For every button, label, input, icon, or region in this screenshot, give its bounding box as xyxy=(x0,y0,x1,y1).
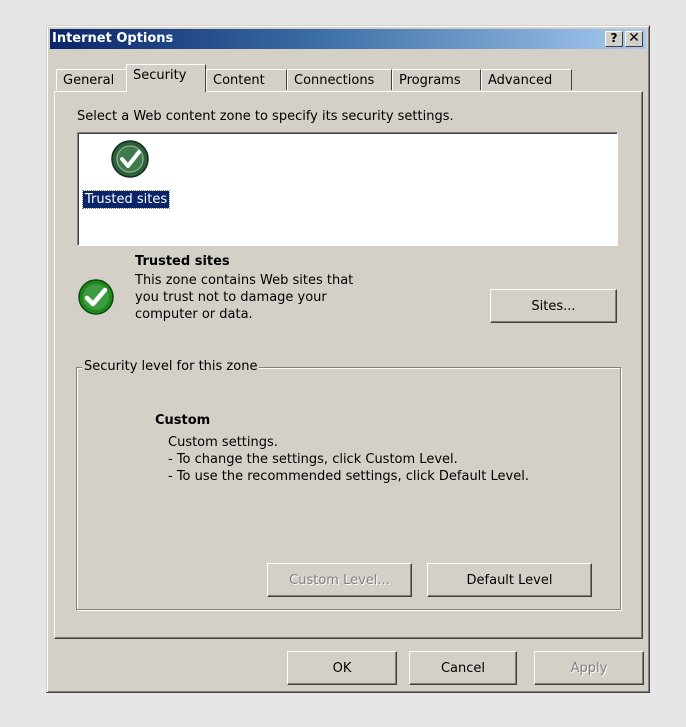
internet-options-dialog: Internet Options ? ✕ General Security Co… xyxy=(46,25,650,693)
zone-instruction: Select a Web content zone to specify its… xyxy=(77,109,454,124)
tab-content[interactable]: Content xyxy=(206,69,287,90)
sites-button[interactable]: Sites... xyxy=(490,289,617,323)
zone-desc-line: computer or data. xyxy=(135,307,253,322)
security-level-legend: Security level for this zone xyxy=(82,359,260,374)
security-level-group: Security level for this zone Custom Cust… xyxy=(76,359,621,610)
tab-programs[interactable]: Programs xyxy=(392,69,481,90)
check-circle-icon xyxy=(111,140,149,178)
cancel-button[interactable]: Cancel xyxy=(409,651,517,685)
level-desc-line: Custom settings. xyxy=(168,435,278,450)
security-level-title: Custom xyxy=(155,413,211,428)
tab-general[interactable]: General xyxy=(56,69,127,90)
zone-list[interactable]: Trusted sites xyxy=(77,132,618,246)
selected-zone-description: This zone contains Web sites that you tr… xyxy=(135,272,415,323)
ok-button[interactable]: OK xyxy=(287,651,397,685)
tab-advanced[interactable]: Advanced xyxy=(481,69,572,90)
close-button[interactable]: ✕ xyxy=(625,31,643,47)
help-button[interactable]: ? xyxy=(605,31,623,47)
level-desc-line: - To use the recommended settings, click… xyxy=(168,469,529,484)
title-bar[interactable]: Internet Options ? ✕ xyxy=(50,29,646,49)
zone-desc-line: you trust not to damage your xyxy=(135,290,327,305)
level-desc-line: - To change the settings, click Custom L… xyxy=(168,452,458,467)
security-level-description: Custom settings. - To change the setting… xyxy=(168,434,529,485)
window-title: Internet Options xyxy=(52,31,174,46)
security-tab-panel: Select a Web content zone to specify its… xyxy=(54,91,643,639)
tab-security[interactable]: Security xyxy=(126,64,206,92)
trusted-sites-check-icon xyxy=(78,279,114,315)
selected-zone-title: Trusted sites xyxy=(135,254,230,269)
zone-desc-line: This zone contains Web sites that xyxy=(135,273,354,288)
tab-connections[interactable]: Connections xyxy=(287,69,392,90)
zone-item-label: Trusted sites xyxy=(81,190,171,209)
default-level-button[interactable]: Default Level xyxy=(427,563,592,597)
custom-level-button[interactable]: Custom Level... xyxy=(267,563,412,597)
apply-button[interactable]: Apply xyxy=(534,651,644,685)
